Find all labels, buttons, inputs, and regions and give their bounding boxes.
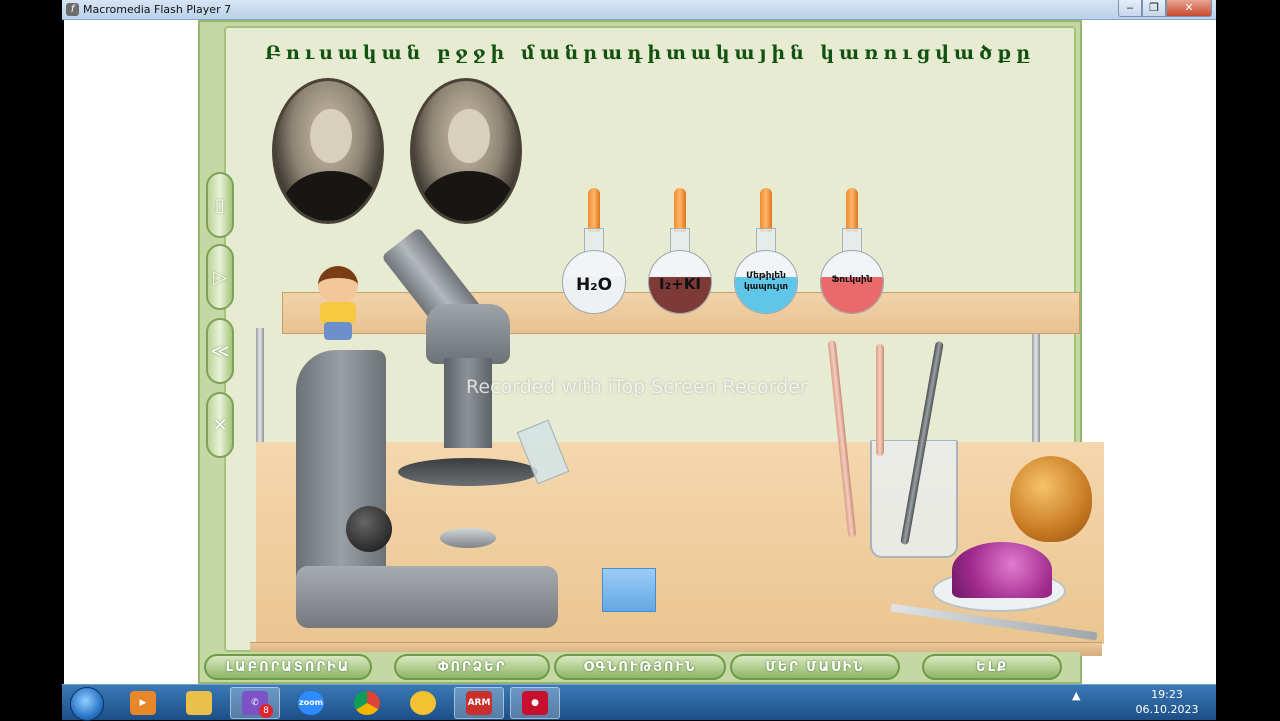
pipette-icon [674, 188, 686, 232]
clock-time: 19:23 [1151, 688, 1183, 701]
microscope-stage[interactable] [398, 458, 538, 486]
rewind-icon: ≪ [210, 340, 230, 362]
glass-rod-2[interactable] [876, 344, 884, 456]
focus-knob[interactable] [346, 506, 392, 552]
clock-date: 06.10.2023 [1135, 703, 1199, 716]
notification-badge: 8 [259, 704, 273, 718]
pipette-icon [588, 188, 600, 232]
scientist-portrait-right [410, 78, 522, 224]
flask-water[interactable]: H₂O [562, 188, 626, 316]
taskbar-zoom[interactable]: zoom [286, 687, 336, 719]
close-icon: ✕ [212, 414, 228, 436]
flask-fuchsin[interactable]: Ֆուկսին [820, 188, 884, 316]
microscope-objective [444, 358, 492, 448]
flask-label: I₂+KI [659, 275, 701, 293]
lesson-nav-bar: ԼԱԲՈՐԱՏՈՐԻԱ ՓՈՐՁԵՐ ՕԳՆՈՒԹՅՈՒՆ ՄԵՐ ՄԱՍԻՆ … [200, 652, 1080, 682]
pause-icon: ▯ [215, 194, 225, 216]
media-player-icon: ▶ [130, 691, 156, 715]
flash-player-icon: f [66, 3, 79, 16]
slide-box[interactable] [602, 568, 656, 612]
lab-scene: Բուսական բջջի մանրադիտակային կառուցվածքը… [224, 26, 1104, 656]
nav-laboratory-button[interactable]: ԼԱԲՈՐԱՏՈՐԻԱ [204, 654, 372, 680]
shelf-leg-right [1032, 328, 1040, 446]
pipette-icon [760, 188, 772, 232]
maximize-button[interactable]: ❐ [1142, 0, 1166, 17]
zoom-icon: zoom [298, 691, 324, 715]
pause-button[interactable]: ▯ [206, 172, 234, 238]
microscope-head [426, 304, 510, 364]
windows-taskbar: ▶ ✆ 8 zoom ARM ● ▲ 19:23 06.10.2023 [62, 684, 1216, 721]
taskbar-clock[interactable]: 19:23 06.10.2023 [1132, 687, 1202, 717]
lemon-icon [410, 691, 436, 715]
recorder-watermark: Recorded with iTop Screen Recorder [466, 376, 808, 398]
minimize-button[interactable]: ‒ [1118, 0, 1142, 17]
taskbar-app-lemon[interactable] [398, 687, 448, 719]
folder-icon [186, 691, 212, 715]
nav-exit-button[interactable]: ԵԼՔ [922, 654, 1062, 680]
nav-help-button[interactable]: ՕԳՆՈՒԹՅՈՒՆ [554, 654, 726, 680]
play-button[interactable]: ▷ [206, 244, 234, 310]
pipette-icon [846, 188, 858, 232]
close-window-button[interactable]: ✕ [1166, 0, 1212, 17]
taskbar-chrome[interactable] [342, 687, 392, 719]
tray-overflow-icon[interactable]: ▲ [1072, 689, 1080, 702]
nav-about-button[interactable]: ՄԵՐ ՄԱՍԻՆ [730, 654, 900, 680]
taskbar-viber[interactable]: ✆ 8 [230, 687, 280, 719]
arm-app-icon: ARM [466, 691, 492, 715]
taskbar-media-player[interactable]: ▶ [118, 687, 168, 719]
taskbar-file-explorer[interactable] [174, 687, 224, 719]
chrome-icon [354, 691, 380, 715]
taskbar-arm-app[interactable]: ARM [454, 687, 504, 719]
window-title: Macromedia Flash Player 7 [83, 3, 232, 16]
scientist-portrait-left [272, 78, 384, 224]
window-titlebar: f Macromedia Flash Player 7 ‒ ❐ ✕ [62, 0, 1216, 20]
taskbar-screen-recorder[interactable]: ● [510, 687, 560, 719]
lesson-title: Բուսական բջջի մանրադիտակային կառուցվածքը [264, 42, 1036, 64]
flask-label: Ֆուկսին [831, 275, 873, 285]
rewind-button[interactable]: ≪ [206, 318, 234, 384]
microscope-base [296, 566, 558, 628]
onion[interactable] [1010, 456, 1092, 542]
flask-methylene-blue[interactable]: Մեթիլեն կապույտ [734, 188, 798, 316]
flask-iodine[interactable]: I₂+KI [648, 188, 712, 316]
boy-character[interactable] [312, 266, 364, 342]
play-icon: ▷ [213, 266, 227, 288]
start-button[interactable] [70, 687, 104, 721]
flask-label: Մեթիլեն կապույտ [744, 271, 788, 292]
red-onion-half[interactable] [952, 542, 1052, 598]
close-lesson-button[interactable]: ✕ [206, 392, 234, 458]
nav-experiments-button[interactable]: ՓՈՐՁԵՐ [394, 654, 550, 680]
flash-movie: Բուսական բջջի մանրադիտակային կառուցվածքը… [198, 20, 1104, 684]
flask-label: H₂O [575, 275, 613, 295]
recorder-icon: ● [522, 691, 548, 715]
microscope-mirror[interactable] [440, 528, 496, 548]
